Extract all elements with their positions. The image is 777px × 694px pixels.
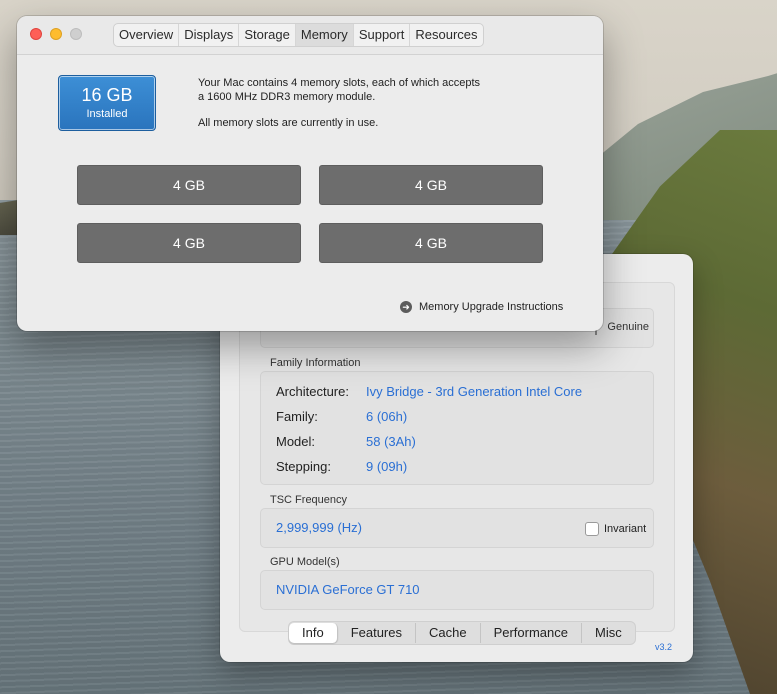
stepping-value: 9 (09h) bbox=[366, 459, 408, 474]
model-value: 58 (3Ah) bbox=[366, 434, 416, 449]
memory-total-status: Installed bbox=[86, 108, 128, 120]
gpu-title: GPU Model(s) bbox=[270, 556, 340, 568]
about-this-mac-window: Overview Displays Storage Memory Support… bbox=[17, 16, 603, 331]
family-label: Family: bbox=[276, 409, 318, 424]
memory-slot-2: 4 GB bbox=[319, 165, 543, 205]
cpu-info-panel: Genuine Family Information Architecture:… bbox=[239, 282, 675, 632]
tab-storage[interactable]: Storage bbox=[239, 24, 296, 46]
family-group: Architecture: Ivy Bridge - 3rd Generatio… bbox=[260, 371, 654, 485]
close-button[interactable] bbox=[30, 28, 42, 40]
tab-cache[interactable]: Cache bbox=[416, 623, 481, 643]
memory-upgrade-label: Memory Upgrade Instructions bbox=[419, 301, 564, 313]
zoom-button[interactable] bbox=[70, 28, 82, 40]
tab-support[interactable]: Support bbox=[354, 24, 411, 46]
architecture-value: Ivy Bridge - 3rd Generation Intel Core bbox=[366, 384, 583, 399]
tab-misc[interactable]: Misc bbox=[582, 623, 635, 643]
tab-features[interactable]: Features bbox=[338, 623, 416, 643]
tsc-value: 2,999,999 (Hz) bbox=[276, 520, 362, 535]
tab-displays[interactable]: Displays bbox=[179, 24, 240, 46]
architecture-label: Architecture: bbox=[276, 384, 349, 399]
memory-slot-3: 4 GB bbox=[77, 223, 301, 263]
memory-slots-status: All memory slots are currently in use. bbox=[198, 117, 379, 129]
tab-overview[interactable]: Overview bbox=[114, 24, 180, 46]
arrow-right-circle-icon: ➜ bbox=[400, 301, 412, 313]
memory-slot-1: 4 GB bbox=[77, 165, 301, 205]
tab-resources[interactable]: Resources bbox=[410, 24, 482, 46]
window-titlebar[interactable]: Overview Displays Storage Memory Support… bbox=[17, 16, 603, 55]
memory-description-line1: Your Mac contains 4 memory slots, each o… bbox=[198, 77, 481, 89]
memory-total-amount: 16 GB bbox=[81, 85, 133, 105]
memory-description: Your Mac contains 4 memory slots, each o… bbox=[198, 76, 480, 104]
tab-info[interactable]: Info bbox=[289, 623, 338, 643]
gpu-value: NVIDIA GeForce GT 710 bbox=[276, 582, 420, 597]
tsc-title: TSC Frequency bbox=[270, 494, 348, 506]
tab-performance[interactable]: Performance bbox=[481, 623, 582, 643]
memory-total-badge: 16 GB Installed bbox=[58, 75, 156, 131]
minimize-button[interactable] bbox=[50, 28, 62, 40]
tab-memory[interactable]: Memory bbox=[295, 24, 354, 46]
memory-description-line2: a 1600 MHz DDR3 memory module. bbox=[198, 91, 376, 103]
cpu-tab-bar: Info Features Cache Performance Misc bbox=[288, 621, 636, 645]
invariant-checkbox[interactable] bbox=[585, 522, 599, 536]
section-tabs: Overview Displays Storage Memory Support… bbox=[113, 23, 484, 47]
memory-slot-4: 4 GB bbox=[319, 223, 543, 263]
model-label: Model: bbox=[276, 434, 316, 449]
version-label: v3.2 bbox=[655, 642, 673, 652]
family-value: 6 (06h) bbox=[366, 409, 408, 424]
family-title: Family Information bbox=[270, 357, 361, 369]
gpu-group: NVIDIA GeForce GT 710 bbox=[260, 570, 654, 610]
invariant-label: Invariant bbox=[604, 523, 647, 535]
stepping-label: Stepping: bbox=[276, 459, 331, 474]
memory-upgrade-link[interactable]: ➜ Memory Upgrade Instructions bbox=[400, 300, 563, 314]
vendor-value: Genuine bbox=[607, 321, 649, 333]
tsc-group: 2,999,999 (Hz) Invariant bbox=[260, 508, 654, 548]
